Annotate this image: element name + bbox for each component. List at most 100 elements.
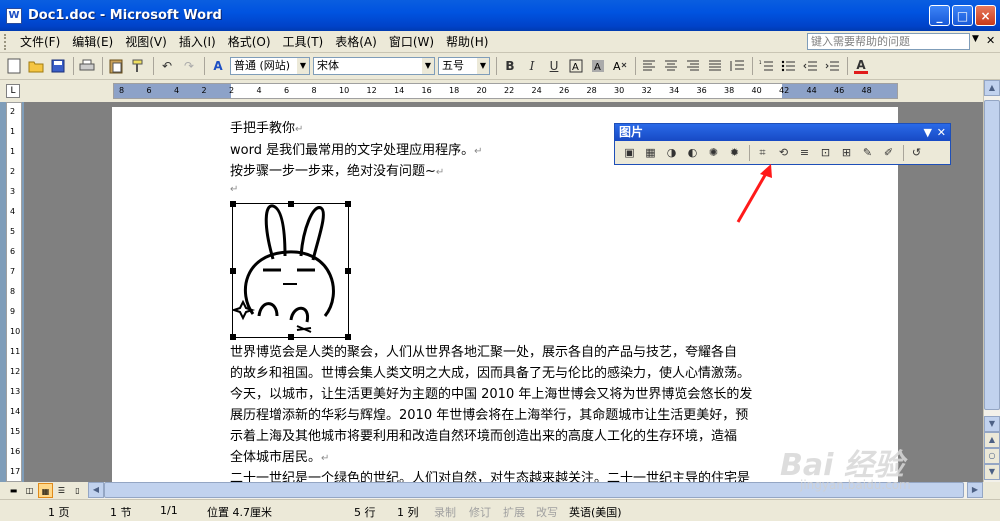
status-overtype[interactable]: 改写 [536,504,558,520]
char-shading-icon[interactable]: A [588,56,608,76]
status-extend[interactable]: 扩展 [503,504,525,520]
web-view-icon[interactable]: ◫ [22,483,37,498]
resize-handle[interactable] [345,201,351,207]
char-border-icon[interactable]: A [566,56,586,76]
toolbar-close-icon[interactable]: ✕ [937,124,946,141]
help-search-input[interactable]: 键入需要帮助的问题 [807,33,970,50]
close-button[interactable]: × [975,5,996,26]
bold-button[interactable]: B [500,56,520,76]
normal-view-icon[interactable]: ▬ [6,483,21,498]
italic-button[interactable]: I [522,56,542,76]
document-line[interactable]: 今天，以城市，让生活更美好为主题的中国 2010 年上海世博会又将为世界博览会悠… [230,383,752,402]
color-icon[interactable]: ▦ [641,143,660,162]
more-brightness-icon[interactable]: ✺ [704,143,723,162]
resize-handle[interactable] [230,201,236,207]
underline-button[interactable]: U [544,56,564,76]
tab-selector[interactable]: L [6,84,20,98]
document-line[interactable]: 手把手教你↵ [230,117,303,136]
chevron-down-icon[interactable]: ▼ [422,58,434,74]
align-left-icon[interactable] [639,56,659,76]
maximize-button[interactable]: □ [952,5,973,26]
browse-object-icon[interactable]: ○ [984,448,1000,464]
menu-tools[interactable]: 工具(T) [283,33,324,50]
inserted-picture[interactable] [230,201,351,340]
compress-icon[interactable]: ⊡ [816,143,835,162]
horizontal-ruler[interactable]: 8 6 4 2 2 4 6 8 10 12 14 16 18 20 22 24 26 28 30 32 34 36 38 40… [113,83,898,99]
scroll-down-icon[interactable]: ▼ [984,416,1000,432]
picture-toolbar-title-bar[interactable]: 图片 ▼ ✕ [615,124,950,141]
less-contrast-icon[interactable]: ◐ [683,143,702,162]
font-combo[interactable]: 宋体 ▼ [313,57,435,75]
font-color-icon[interactable]: A [851,56,871,76]
next-page-icon[interactable]: ▼ [984,464,1000,480]
menu-edit[interactable]: 编辑(E) [72,33,113,50]
document-line[interactable]: ↵ [230,181,238,196]
print-view-icon[interactable]: ▦ [38,483,53,498]
chevron-down-icon[interactable]: ▼ [477,58,489,74]
new-icon[interactable] [4,56,24,76]
resize-handle[interactable] [345,334,351,340]
resize-handle[interactable] [345,268,351,274]
font-size-combo[interactable]: 五号 ▼ [438,57,490,75]
redo-icon[interactable]: ↷ [179,56,199,76]
scroll-up-icon[interactable]: ▲ [984,80,1000,96]
menu-insert[interactable]: 插入(I) [179,33,216,50]
document-line[interactable]: 的故乡和祖国。世博会集人类文明之大成，因而具备了无与伦比的感染力，使人心情激荡。 [230,362,750,381]
menu-grip[interactable] [4,33,10,50]
align-right-icon[interactable] [683,56,703,76]
bullets-icon[interactable] [778,56,798,76]
menu-window[interactable]: 窗口(W) [389,33,434,50]
vertical-scroll-thumb[interactable] [984,100,1000,410]
format-painter-icon[interactable] [128,56,148,76]
document-line[interactable]: 展历程增添新的华彩与辉煌。2010 年世博会将在上海举行，其命题城市让生活更美好… [230,404,748,423]
save-icon[interactable] [48,56,68,76]
char-scale-icon[interactable]: A [610,56,630,76]
chevron-down-icon[interactable]: ▼ [297,58,309,74]
resize-handle[interactable] [288,201,294,207]
document-close-icon[interactable]: ✕ [986,34,995,47]
style-combo[interactable]: 普通 (网站) ▼ [230,57,310,75]
justify-icon[interactable] [705,56,725,76]
document-line[interactable]: 世界博览会是人类的聚会，人们从世界各地汇聚一处，展示各自的产品与技艺，夸耀各自 [230,341,737,360]
menu-table[interactable]: 表格(A) [335,33,377,50]
resize-handle[interactable] [288,334,294,340]
line-style-icon[interactable]: ≡ [795,143,814,162]
insert-picture-icon[interactable]: ▣ [620,143,639,162]
more-contrast-icon[interactable]: ◑ [662,143,681,162]
decrease-indent-icon[interactable] [800,56,820,76]
set-transparent-color-icon[interactable]: ✐ [879,143,898,162]
styles-icon[interactable]: A [208,56,228,76]
toolbar-options-icon[interactable]: ▼ [924,124,932,141]
format-picture-icon[interactable]: ✎ [858,143,877,162]
print-icon[interactable] [77,56,97,76]
document-line[interactable]: 示着上海及其他城市将要利用和改造自然环境而创造出来的高度人工化的生存环境，造福 [230,425,737,444]
resize-handle[interactable] [230,268,236,274]
help-dropdown-icon[interactable]: ▼ [972,34,979,44]
status-track-changes[interactable]: 修订 [469,504,491,520]
scroll-right-icon[interactable]: ▶ [967,482,983,498]
menu-file[interactable]: 文件(F) [20,33,60,50]
vertical-scrollbar[interactable]: ▲ ▼ ▲ ○ ▼ [983,80,1000,482]
previous-page-icon[interactable]: ▲ [984,432,1000,448]
document-line[interactable]: 按步骤一步一步来，绝对没有问题~↵ [230,160,444,179]
document-line[interactable]: 二十一世纪是一个绿色的世纪。人们对自然，对生态越来越关注。二十一世纪主导的住宅是 [230,467,750,482]
increase-indent-icon[interactable] [822,56,842,76]
resize-handle[interactable] [230,334,236,340]
align-center-icon[interactable] [661,56,681,76]
reading-view-icon[interactable]: ▯ [70,483,85,498]
open-icon[interactable] [26,56,46,76]
paste-icon[interactable] [106,56,126,76]
menu-format[interactable]: 格式(O) [228,33,271,50]
vertical-ruler[interactable]: 21123456789101112131415161718 [6,102,22,482]
outline-view-icon[interactable]: ☰ [54,483,69,498]
status-record[interactable]: 录制 [434,504,456,520]
undo-icon[interactable]: ↶ [157,56,177,76]
line-spacing-icon[interactable] [727,56,747,76]
menu-help[interactable]: 帮助(H) [446,33,488,50]
menu-view[interactable]: 视图(V) [125,33,167,50]
minimize-button[interactable]: _ [929,5,950,26]
document-line[interactable]: word 是我们最常用的文字处理应用程序。↵ [230,139,482,158]
scroll-left-icon[interactable]: ◀ [88,482,104,498]
text-wrapping-icon[interactable]: ⊞ [837,143,856,162]
document-line[interactable]: 全体城市居民。↵ [230,446,329,465]
